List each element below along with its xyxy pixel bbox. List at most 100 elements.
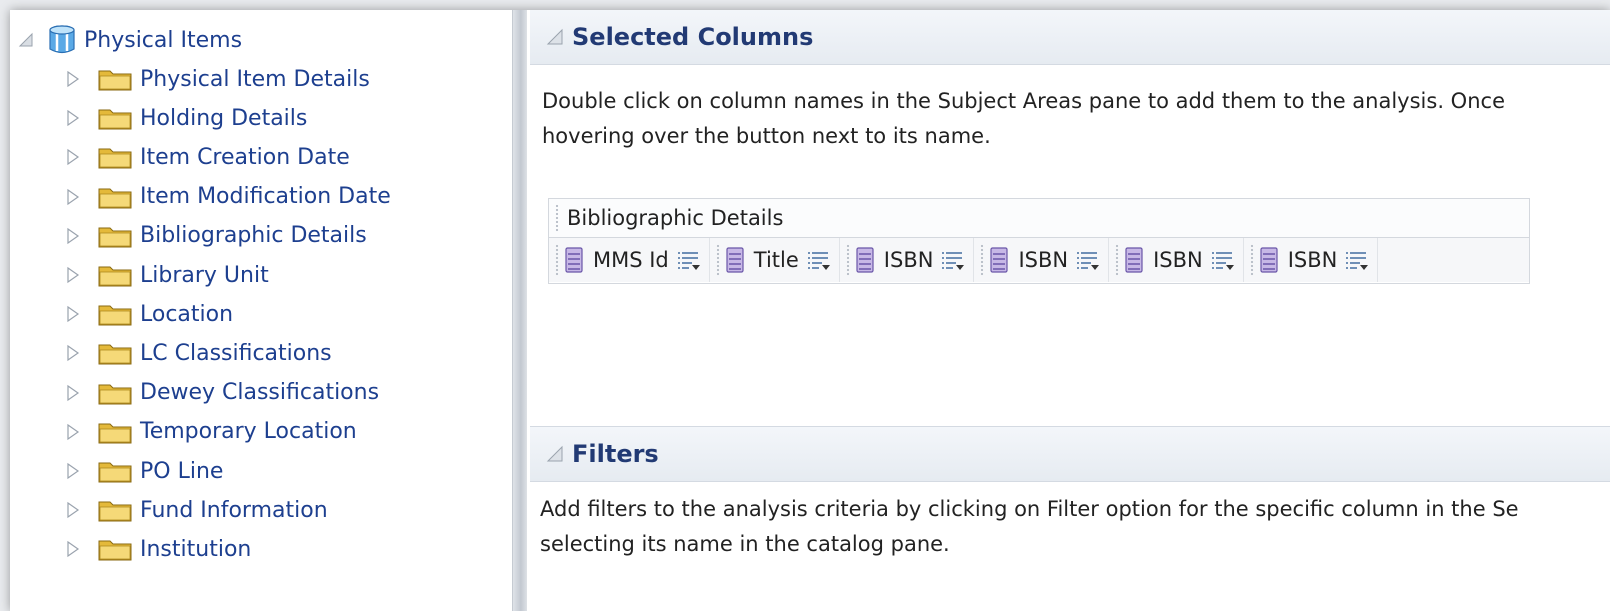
tree-node-label[interactable]: Item Modification Date [140,184,391,209]
drag-grip[interactable] [1115,244,1120,276]
folder-icon [98,70,132,91]
column-label[interactable]: ISBN [1288,248,1338,272]
pane-splitter[interactable] [512,10,527,611]
selected-column-item[interactable]: Title [710,238,840,282]
tree-node-folder[interactable]: Physical Item Details [66,61,370,97]
expand-triangle-icon[interactable] [66,423,80,441]
drag-grip[interactable] [845,244,850,276]
tree-node-folder[interactable]: Item Creation Date [66,139,350,175]
collapse-triangle-icon[interactable] [546,445,564,463]
tree-node-label[interactable]: PO Line [140,459,223,484]
expand-triangle-icon[interactable] [66,227,80,245]
folder-icon [98,344,132,365]
tree-node-label[interactable]: Physical Item Details [140,67,370,92]
folder-icon [98,109,132,130]
tree-node-folder[interactable]: Item Modification Date [66,179,391,215]
drag-grip[interactable] [1249,244,1254,276]
selected-column-item[interactable]: ISBN [1109,238,1244,282]
column-icon [726,247,744,273]
tree-node-label[interactable]: LC Classifications [140,341,332,366]
tree-node-folder[interactable]: Institution [66,531,251,567]
tree-node-label[interactable]: Item Creation Date [140,145,350,170]
column-icon [1125,247,1143,273]
selected-column-item[interactable]: ISBN [840,238,975,282]
column-label[interactable]: MMS Id [593,248,669,272]
folder-heading-label: Bibliographic Details [567,206,784,230]
subject-areas-tree: Physical Items Physical Item Details Hold… [10,10,512,611]
drag-grip[interactable] [555,204,559,232]
pane-title: Selected Columns [572,23,814,51]
tree-node-folder[interactable]: Library Unit [66,257,269,293]
columns-row: MMS Id Title ISBN ISBN ISBN ISBN [549,238,1529,282]
tree-node-label[interactable]: Bibliographic Details [140,223,367,248]
expand-triangle-icon[interactable] [66,109,80,127]
folder-icon [98,462,132,483]
selected-column-item[interactable]: MMS Id [549,238,710,282]
folder-icon [98,305,132,326]
expand-triangle-icon[interactable] [66,266,80,284]
tree-node-label[interactable]: Fund Information [140,498,328,523]
folder-icon [98,148,132,169]
tree-node-folder[interactable]: Dewey Classifications [66,375,379,411]
tree-node-folder[interactable]: Fund Information [66,492,328,528]
expand-triangle-icon[interactable] [66,462,80,480]
expand-triangle-icon[interactable] [66,501,80,519]
tree-node-label[interactable]: Library Unit [140,263,269,288]
expand-triangle-icon[interactable] [66,305,80,323]
tree-node-folder[interactable]: Temporary Location [66,414,357,450]
expand-triangle-icon[interactable] [66,148,80,166]
column-options-menu-icon[interactable] [1076,249,1100,271]
tree-node-label[interactable]: Location [140,302,233,327]
expand-triangle-icon[interactable] [66,188,80,206]
folder-icon [98,227,132,248]
selected-column-item[interactable]: ISBN [974,238,1110,282]
filters-instructions-line-1: Add filters to the analysis criteria by … [540,497,1519,521]
expand-triangle-icon[interactable] [66,70,80,88]
column-options-menu-icon[interactable] [807,249,831,271]
column-options-menu-icon[interactable] [677,249,701,271]
column-label[interactable]: ISBN [1153,248,1203,272]
column-label[interactable]: ISBN [1018,248,1068,272]
subject-area-cube-icon [49,25,75,54]
analysis-editor: Physical Items Physical Item Details Hold… [10,10,1610,611]
tree-node-label[interactable]: Institution [140,537,251,562]
pane-title: Filters [572,440,659,468]
tree-node-folder[interactable]: PO Line [66,453,223,489]
column-options-menu-icon[interactable] [941,249,965,271]
folder-icon [98,188,132,209]
selected-columns-instructions-line-2: hovering over the button next to its nam… [542,124,991,148]
filters-header[interactable]: Filters [530,426,1610,482]
filters-instructions-line-2: selecting its name in the catalog pane. [540,532,950,556]
collapse-triangle-icon[interactable] [546,28,564,46]
folder-icon [98,501,132,522]
tree-node-folder[interactable]: LC Classifications [66,335,332,371]
drag-grip[interactable] [980,244,985,276]
selected-columns-instructions-line-1: Double click on column names in the Subj… [542,89,1505,113]
expand-triangle-icon[interactable] [66,344,80,362]
column-label[interactable]: Title [754,248,799,272]
expanded-triangle-icon[interactable] [18,32,34,48]
column-icon [856,247,874,273]
tree-node-folder[interactable]: Location [66,296,233,332]
column-label[interactable]: ISBN [884,248,934,272]
expand-triangle-icon[interactable] [66,540,80,558]
tree-node-label[interactable]: Temporary Location [140,419,357,444]
drag-grip[interactable] [555,244,559,276]
column-icon [990,247,1009,273]
drag-grip[interactable] [715,244,720,276]
expand-triangle-icon[interactable] [66,384,80,402]
folder-heading[interactable]: Bibliographic Details [549,199,1529,238]
column-options-menu-icon[interactable] [1211,249,1235,271]
tree-node-folder[interactable]: Holding Details [66,100,307,136]
tree-node-label[interactable]: Dewey Classifications [140,380,379,405]
criteria-panes: Selected Columns Double click on column … [530,10,1610,611]
tree-node-physical-items[interactable]: Physical Items [18,22,242,58]
tree-node-label[interactable]: Holding Details [140,106,307,131]
tree-node-label[interactable]: Physical Items [84,28,242,53]
selected-columns-header[interactable]: Selected Columns [530,10,1610,65]
selected-column-item[interactable]: ISBN [1244,238,1379,282]
column-options-menu-icon[interactable] [1345,249,1369,271]
column-icon [1260,247,1278,273]
tree-node-folder[interactable]: Bibliographic Details [66,218,367,254]
folder-icon [98,423,132,444]
